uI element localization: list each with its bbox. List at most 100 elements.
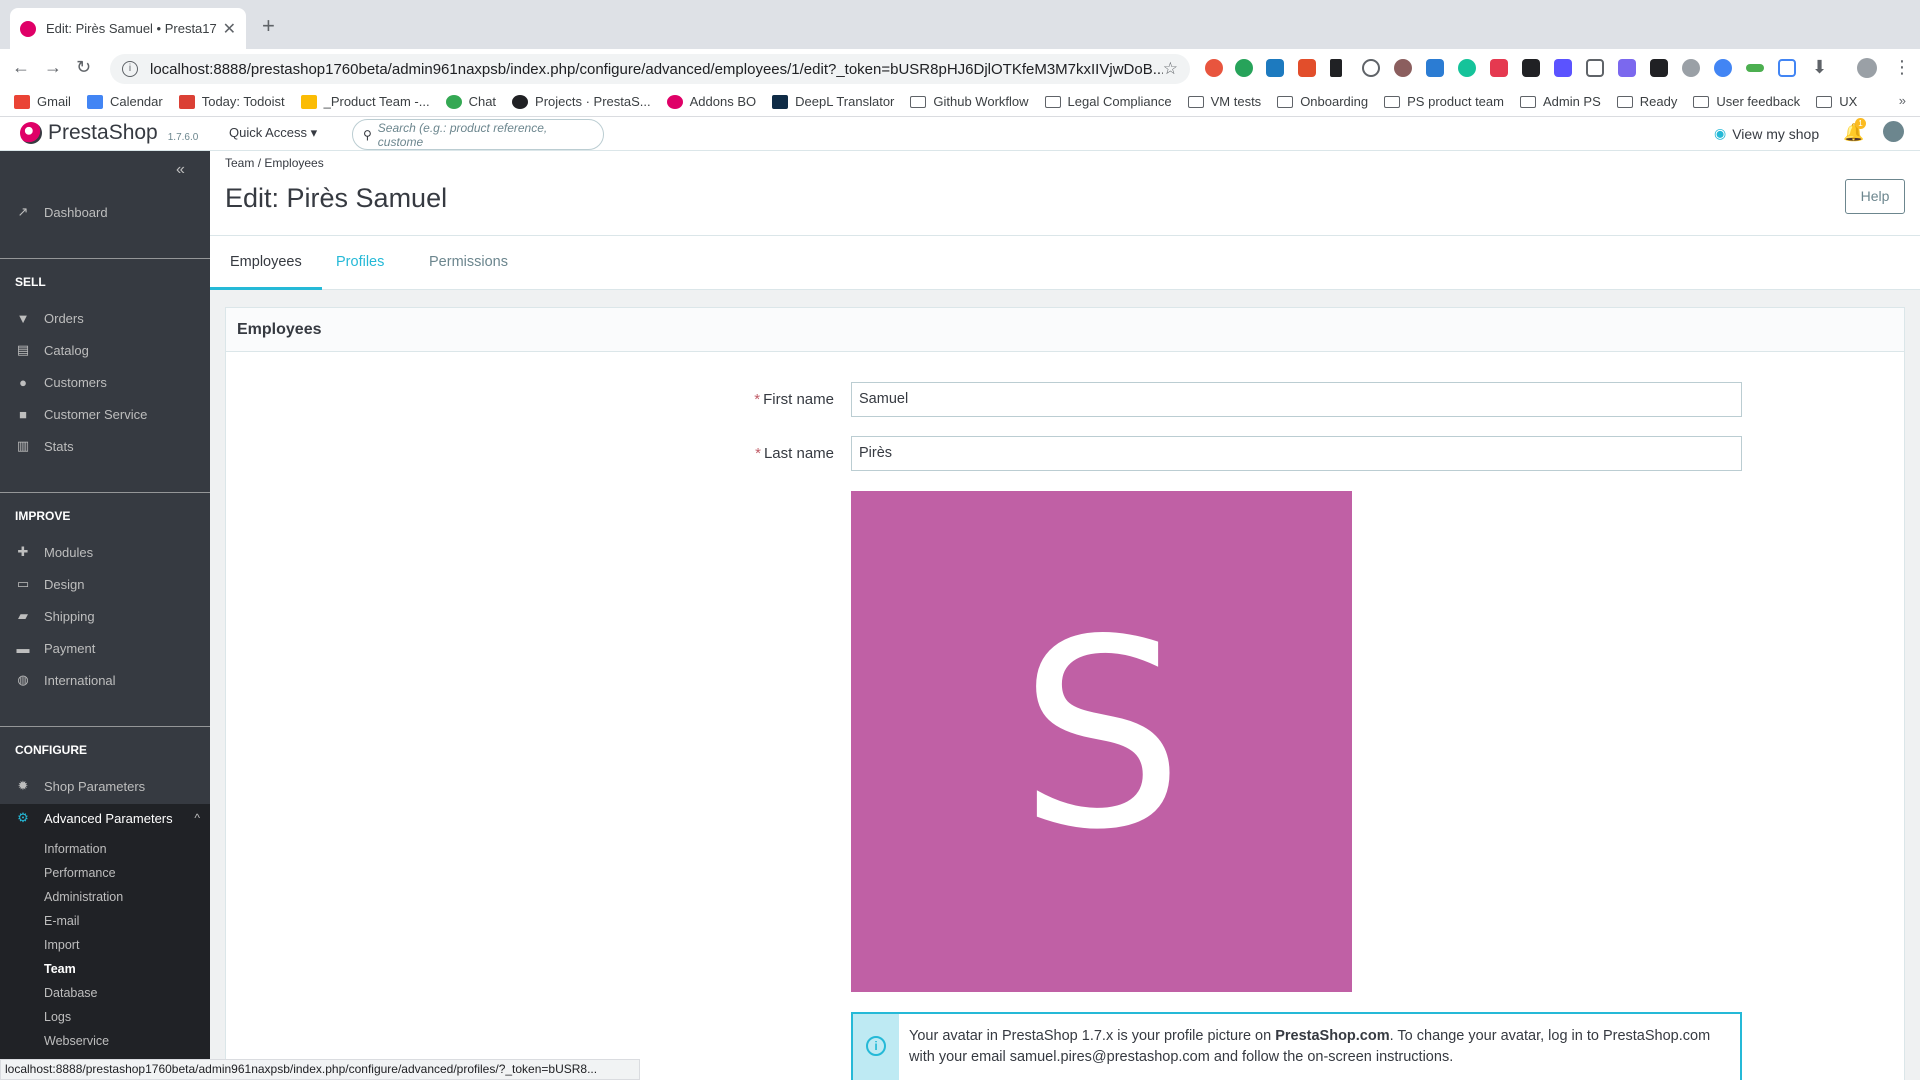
bookmark-todoist[interactable]: Today: Todoist xyxy=(178,94,285,109)
quick-access-dropdown[interactable]: Quick Access ▾ xyxy=(229,125,317,141)
sidebar-item-stats[interactable]: ▥ Stats xyxy=(0,432,210,460)
last-name-label: * Last name xyxy=(755,445,834,462)
first-name-input[interactable]: Samuel xyxy=(851,382,1742,417)
help-button[interactable]: Help xyxy=(1845,179,1905,214)
bookmark-product-team[interactable]: _Product Team -... xyxy=(300,94,430,109)
sub-item-email[interactable]: E-mail xyxy=(44,914,79,928)
sub-item-webservice[interactable]: Webservice xyxy=(44,1034,109,1048)
user-icon: ● xyxy=(19,374,27,390)
tab-permissions[interactable]: Permissions xyxy=(409,236,528,290)
prestashop-com-link[interactable]: PrestaShop.com xyxy=(1275,1028,1389,1044)
sidebar-item-orders[interactable]: ▼ Orders xyxy=(0,304,210,332)
extension-icon[interactable] xyxy=(1235,59,1253,77)
folder-icon xyxy=(1616,95,1633,108)
bookmark-deepl[interactable]: DeepL Translator xyxy=(772,94,894,109)
bar-chart-icon: ▥ xyxy=(16,438,30,453)
sidebar-item-shop-parameters[interactable]: ✹ Shop Parameters xyxy=(0,772,210,800)
breadcrumb-team[interactable]: Team xyxy=(225,156,254,170)
extension-icon[interactable] xyxy=(1330,59,1342,77)
sidebar-item-payment[interactable]: ▬ Payment xyxy=(0,634,210,662)
bookmark-vm-tests[interactable]: VM tests xyxy=(1187,94,1261,109)
close-tab-icon[interactable]: ✕ xyxy=(223,19,236,39)
store-icon: ▤ xyxy=(16,342,30,357)
extension-icon[interactable] xyxy=(1746,64,1764,72)
new-tab-icon[interactable]: + xyxy=(262,13,275,39)
extension-icon[interactable] xyxy=(1458,59,1476,77)
profile-avatar-icon[interactable] xyxy=(1857,58,1877,78)
drive-icon xyxy=(300,94,317,109)
bookmark-projects[interactable]: Projects · PrestaS... xyxy=(512,94,651,109)
bookmark-addons-bo[interactable]: Addons BO xyxy=(666,94,756,109)
sidebar-item-dashboard[interactable]: ↗ Dashboard xyxy=(0,198,210,226)
section-configure: CONFIGURE xyxy=(15,743,87,757)
bookmark-ux[interactable]: UX xyxy=(1816,94,1857,109)
sidebar-item-advanced-parameters[interactable]: ⚙ Advanced Parameters ^ xyxy=(0,804,210,832)
sidebar-item-catalog[interactable]: ▤ Catalog xyxy=(0,336,210,364)
truck-icon: ▰ xyxy=(18,608,28,623)
extension-icon[interactable] xyxy=(1298,59,1316,77)
tab-employees[interactable]: Employees xyxy=(210,236,322,290)
extension-icon[interactable] xyxy=(1682,59,1700,77)
site-info-icon[interactable]: i xyxy=(122,61,138,77)
extension-icon[interactable] xyxy=(1650,59,1668,77)
collapse-sidebar-icon[interactable]: « xyxy=(176,161,185,179)
browser-tab[interactable]: Edit: Pirès Samuel • Presta176 ✕ xyxy=(10,8,246,49)
breadcrumb-employees[interactable]: Employees xyxy=(264,156,323,170)
sidebar-item-international[interactable]: ◍ International xyxy=(0,666,210,694)
folder-icon xyxy=(1277,95,1294,108)
extension-icon[interactable] xyxy=(1778,59,1796,77)
sidebar-item-customers[interactable]: ● Customers xyxy=(0,368,210,396)
extension-icon[interactable] xyxy=(1490,59,1508,77)
bookmark-chat[interactable]: Chat xyxy=(445,94,496,109)
page-header: Team / Employees Edit: Pirès Samuel Help xyxy=(210,151,1920,235)
tab-profiles[interactable]: Profiles xyxy=(316,236,404,290)
extension-icon[interactable] xyxy=(1586,59,1604,77)
search-input[interactable]: ⚲ Search (e.g.: product reference, custo… xyxy=(352,119,604,150)
sidebar-item-modules[interactable]: ✚ Modules xyxy=(0,538,210,566)
bookmark-gmail[interactable]: Gmail xyxy=(14,94,71,109)
bookmark-calendar[interactable]: Calendar xyxy=(86,94,163,109)
view-my-shop-link[interactable]: ◉ View my shop xyxy=(1714,125,1819,142)
sidebar-item-design[interactable]: ▭ Design xyxy=(0,570,210,598)
sub-item-information[interactable]: Information xyxy=(44,842,107,856)
address-bar[interactable]: i localhost:8888/prestashop1760beta/admi… xyxy=(110,54,1190,84)
bookmark-user-feedback[interactable]: User feedback xyxy=(1693,94,1800,109)
last-name-input[interactable]: Pirès xyxy=(851,436,1742,471)
extension-icon[interactable] xyxy=(1618,59,1636,77)
bookmark-admin-ps[interactable]: Admin PS xyxy=(1519,94,1601,109)
extension-icon[interactable] xyxy=(1714,59,1732,77)
sidebar-item-customer-service[interactable]: ■ Customer Service xyxy=(0,400,210,428)
sub-item-administration[interactable]: Administration xyxy=(44,890,123,904)
extension-icon[interactable] xyxy=(1554,59,1572,77)
back-icon[interactable]: ← xyxy=(12,57,30,78)
account-icon[interactable] xyxy=(1883,121,1904,142)
folder-icon xyxy=(1384,95,1401,108)
bookmark-ps-product-team[interactable]: PS product team xyxy=(1384,94,1504,109)
extension-icon[interactable] xyxy=(1205,59,1223,77)
bookmark-onboarding[interactable]: Onboarding xyxy=(1277,94,1368,109)
sidebar-item-shipping[interactable]: ▰ Shipping xyxy=(0,602,210,630)
url-text[interactable]: localhost:8888/prestashop1760beta/admin9… xyxy=(150,61,1163,78)
more-bookmarks-icon[interactable]: » xyxy=(1899,93,1906,108)
first-name-label: * First name xyxy=(754,391,834,408)
bookmark-star-icon[interactable]: ☆ xyxy=(1163,59,1178,79)
sub-item-performance[interactable]: Performance xyxy=(44,866,116,880)
sub-item-team[interactable]: Team xyxy=(44,962,76,976)
sub-item-database[interactable]: Database xyxy=(44,986,98,1000)
extension-icon[interactable] xyxy=(1266,59,1284,77)
bookmark-legal-compliance[interactable]: Legal Compliance xyxy=(1044,94,1172,109)
extension-icon[interactable] xyxy=(1362,59,1380,77)
browser-menu-icon[interactable]: ⋮ xyxy=(1893,57,1911,78)
bookmark-ready[interactable]: Ready xyxy=(1616,94,1677,109)
sub-item-import[interactable]: Import xyxy=(44,938,79,952)
forward-icon[interactable]: → xyxy=(44,57,62,78)
prestashop-logo[interactable]: PrestaShop 1.7.6.0 xyxy=(20,121,198,145)
download-icon[interactable]: ⬇ xyxy=(1812,57,1827,78)
reload-icon[interactable]: ↻ xyxy=(76,57,91,78)
notification-count-badge: 1 xyxy=(1855,118,1866,129)
bookmark-github-workflow[interactable]: Github Workflow xyxy=(910,94,1029,109)
extension-icon[interactable] xyxy=(1426,59,1444,77)
extension-icon[interactable] xyxy=(1522,59,1540,77)
extension-icon[interactable] xyxy=(1394,59,1412,77)
sub-item-logs[interactable]: Logs xyxy=(44,1010,71,1024)
